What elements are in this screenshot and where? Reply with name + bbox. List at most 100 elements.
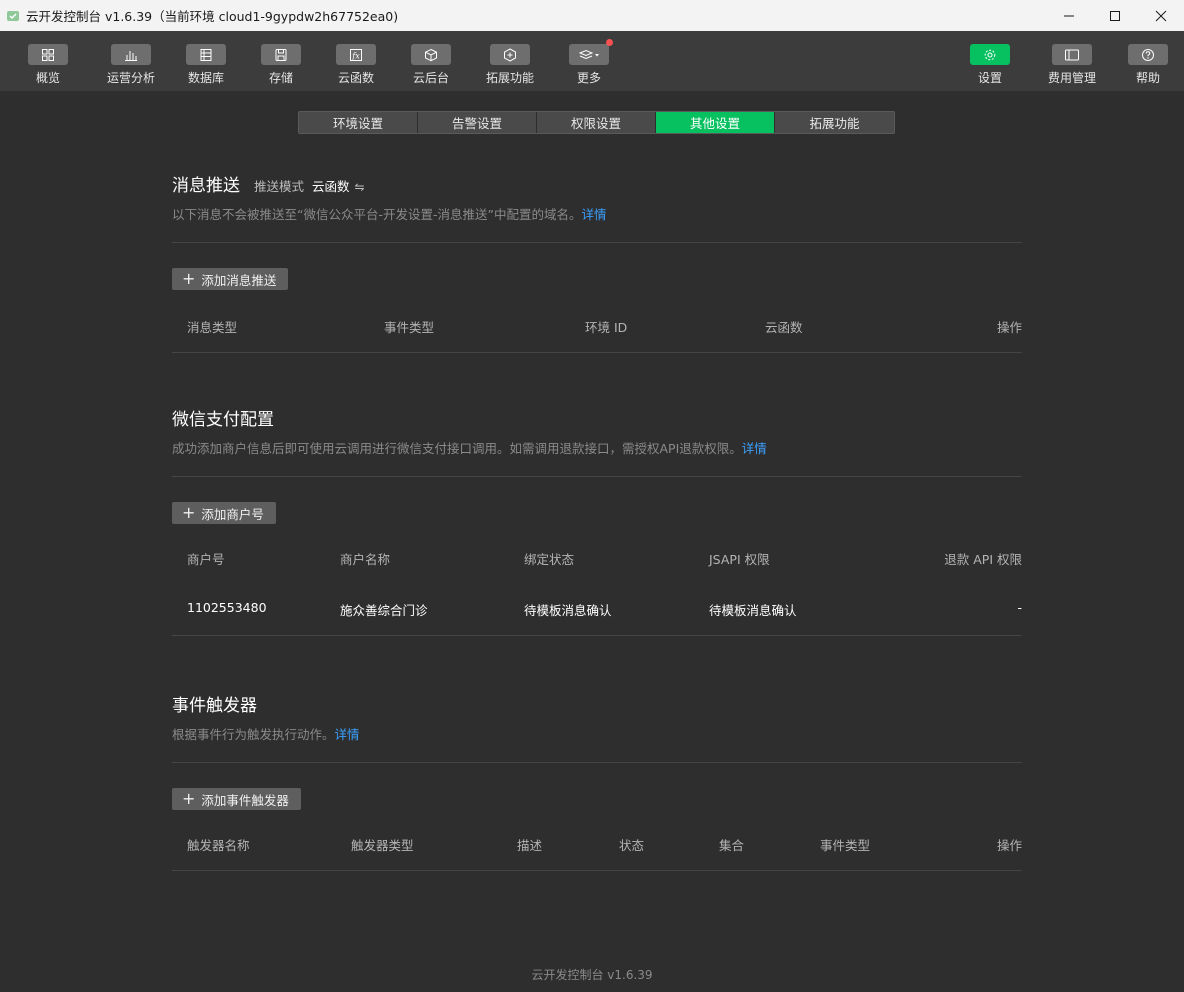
toolbar-overview[interactable]: 概览 — [28, 31, 68, 91]
toolbar-cloud-functions[interactable]: fx 云函数 — [336, 31, 376, 91]
bind-status-cell: 待模板消息确认 — [524, 603, 612, 618]
toolbar-storage[interactable]: 存储 — [261, 31, 301, 91]
tab-alert-settings[interactable]: 告警设置 — [418, 112, 537, 133]
toolbar-label: 费用管理 — [1048, 71, 1097, 85]
column-header: JSAPI 权限 — [709, 552, 770, 567]
toolbar-label: 云后台 — [412, 71, 449, 85]
close-icon — [1155, 10, 1167, 21]
app-icon — [6, 9, 20, 23]
tab-permission-settings[interactable]: 权限设置 — [537, 112, 656, 133]
bar-chart-icon — [111, 44, 151, 65]
column-header: 操作 — [996, 320, 1022, 335]
column-header: 商户号 — [187, 552, 225, 567]
details-link[interactable]: 详情 — [335, 727, 360, 742]
button-label: 添加事件触发器 — [201, 792, 289, 808]
toolbar-settings[interactable]: 设置 — [970, 31, 1010, 91]
section-title: 微信支付配置 — [172, 410, 274, 430]
layers-icon — [569, 39, 613, 65]
table-row[interactable]: 1102553480 施众善综合门诊 待模板消息确认 待模板消息确认 - — [172, 600, 1022, 620]
toolbar-analytics[interactable]: 运营分析 — [107, 31, 155, 91]
switch-icon[interactable]: ⇋ — [355, 180, 365, 194]
toolbar-label: 数据库 — [187, 71, 224, 85]
divider — [172, 762, 1022, 763]
column-header: 绑定状态 — [524, 552, 575, 567]
column-header: 触发器名称 — [187, 838, 250, 853]
plus-icon: + — [182, 269, 196, 288]
column-header: 商户名称 — [340, 552, 391, 567]
storage-icon — [261, 44, 301, 65]
merchant-name-cell: 施众善综合门诊 — [340, 603, 428, 618]
maximize-icon — [1110, 10, 1120, 21]
plus-icon: + — [182, 503, 196, 522]
add-event-trigger-button[interactable]: + 添加事件触发器 — [172, 788, 301, 810]
column-header: 环境 ID — [585, 320, 628, 335]
footer-version: 云开发控制台 v1.6.39 — [531, 968, 653, 982]
tab-other-settings[interactable]: 其他设置 — [656, 112, 775, 133]
toolbar-database[interactable]: 数据库 — [186, 31, 226, 91]
description-text: 根据事件行为触发执行动作。 — [172, 727, 335, 742]
divider — [172, 242, 1022, 243]
merchant-id-cell: 1102553480 — [187, 600, 267, 615]
toolbar-cloud-backend[interactable]: 云后台 — [411, 31, 451, 91]
title-bar: 云开发控制台 v1.6.39（当前环境 cloud1-9gypdw2h67752… — [0, 0, 1184, 31]
section-description: 根据事件行为触发执行动作。详情 — [172, 724, 1022, 743]
event-trigger-section: 事件触发器 根据事件行为触发执行动作。详情 + 添加事件触发器 触发器名称 触发… — [172, 691, 1022, 871]
toolbar-label: 运营分析 — [107, 71, 156, 85]
toolbar-extensions[interactable]: 拓展功能 — [486, 31, 534, 91]
toolbar-label: 设置 — [977, 71, 1002, 85]
toolbar-label: 概览 — [35, 71, 60, 85]
toolbar-label: 更多 — [576, 71, 601, 85]
jsapi-permission-cell: 待模板消息确认 — [709, 603, 797, 618]
function-icon: fx — [336, 44, 376, 65]
add-merchant-button[interactable]: + 添加商户号 — [172, 502, 276, 524]
details-link[interactable]: 详情 — [581, 207, 606, 222]
push-mode-label: 推送模式 — [254, 179, 305, 194]
minimize-icon — [1064, 15, 1074, 16]
cube-icon — [411, 44, 451, 65]
message-push-section: 消息推送 推送模式 云函数 ⇋ 以下消息不会被推送至“微信公众平台-开发设置-消… — [172, 171, 1022, 353]
toolbar-more[interactable]: 更多 — [569, 31, 613, 91]
details-link[interactable]: 详情 — [742, 441, 767, 456]
billing-icon — [1052, 44, 1092, 65]
window-controls — [1046, 0, 1184, 31]
database-icon — [186, 44, 226, 65]
section-title: 消息推送 — [172, 176, 240, 196]
toolbar-label: 云函数 — [337, 71, 374, 85]
divider — [172, 352, 1022, 353]
help-icon — [1128, 44, 1168, 65]
column-header: 触发器类型 — [351, 838, 414, 853]
column-header: 消息类型 — [187, 320, 238, 335]
maximize-button[interactable] — [1092, 0, 1138, 31]
column-header: 集合 — [719, 838, 745, 853]
column-header: 状态 — [619, 838, 645, 853]
gear-icon — [970, 44, 1010, 65]
tab-extensions[interactable]: 拓展功能 — [775, 112, 894, 133]
button-label: 添加消息推送 — [201, 272, 277, 288]
section-description: 成功添加商户信息后即可使用云调用进行微信支付接口调用。如需调用退款接口，需授权A… — [172, 438, 1022, 457]
column-header: 事件类型 — [820, 838, 871, 853]
divider — [172, 635, 1022, 636]
tab-env-settings[interactable]: 环境设置 — [299, 112, 418, 133]
close-button[interactable] — [1138, 0, 1184, 31]
divider — [172, 476, 1022, 477]
column-header: 操作 — [996, 838, 1022, 853]
plus-icon: + — [182, 789, 196, 808]
section-title: 事件触发器 — [172, 696, 257, 716]
button-label: 添加商户号 — [201, 506, 264, 522]
toolbar-help[interactable]: 帮助 — [1128, 31, 1168, 91]
wechat-pay-section: 微信支付配置 成功添加商户信息后即可使用云调用进行微信支付接口调用。如需调用退款… — [172, 405, 1022, 636]
section-description: 以下消息不会被推送至“微信公众平台-开发设置-消息推送”中配置的域名。详情 — [172, 204, 1022, 223]
notification-dot — [606, 39, 613, 46]
extension-icon — [490, 44, 530, 65]
column-header: 退款 API 权限 — [944, 552, 1022, 567]
toolbar-label: 存储 — [268, 71, 293, 85]
push-mode-value[interactable]: 云函数 — [312, 176, 350, 195]
settings-tabs: 环境设置 告警设置 权限设置 其他设置 拓展功能 — [298, 111, 895, 134]
toolbar-billing[interactable]: 费用管理 — [1048, 31, 1096, 91]
minimize-button[interactable] — [1046, 0, 1092, 31]
table-header: 消息类型 事件类型 环境 ID 云函数 操作 — [172, 317, 1022, 337]
svg-text:fx: fx — [351, 51, 360, 60]
column-header: 云函数 — [765, 320, 803, 335]
add-message-push-button[interactable]: + 添加消息推送 — [172, 268, 289, 290]
window-title: 云开发控制台 v1.6.39（当前环境 cloud1-9gypdw2h67752… — [26, 9, 399, 24]
